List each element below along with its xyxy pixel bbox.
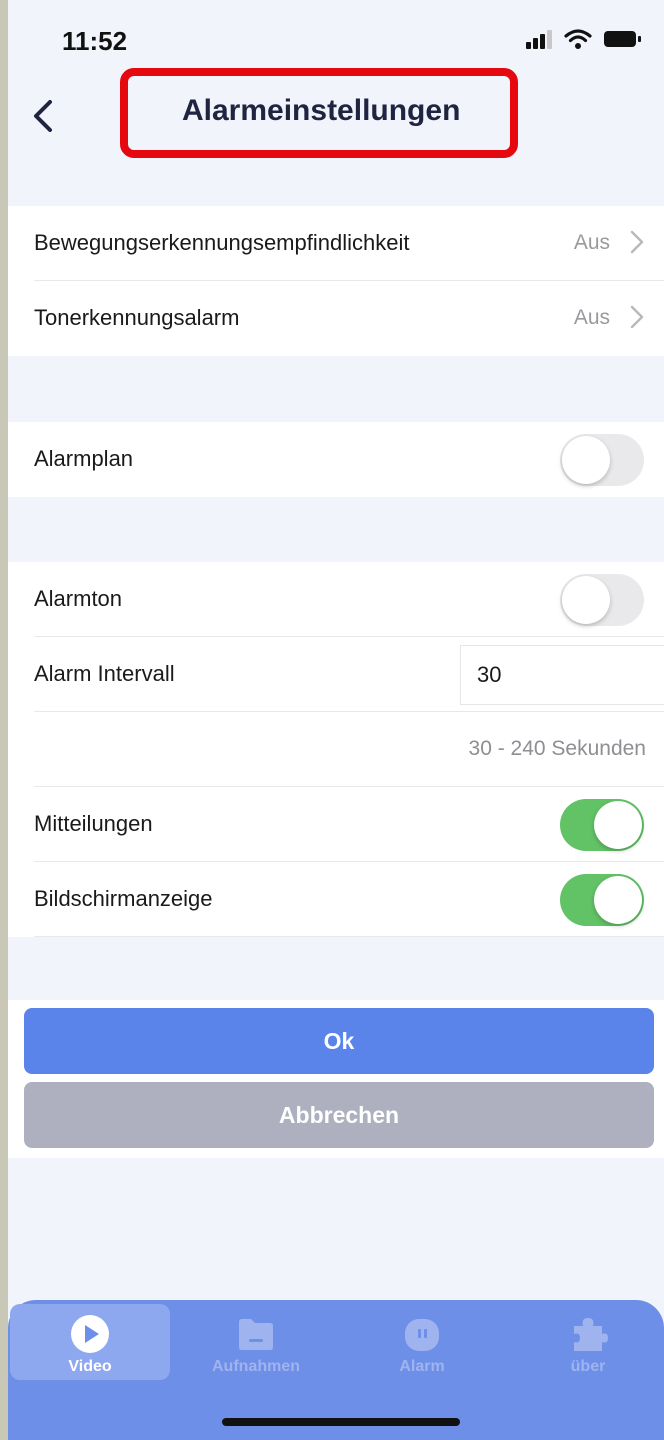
alarm-tone-toggle[interactable] [560,574,644,626]
alarm-interval-field-box [460,645,664,705]
sound-alarm-value: Aus [573,306,610,329]
tab-label: über [570,1358,606,1375]
chevron-right-icon [630,305,644,329]
motion-sensitivity-value: Aus [573,231,610,254]
status-time: 11:52 [62,26,128,56]
play-icon [71,1315,109,1353]
chevron-right-icon [630,230,644,254]
ok-button[interactable]: Ok [24,1008,654,1074]
alarm-icon [405,1319,439,1351]
screen-display-label: Bildschirmanzeige [34,886,213,911]
screen-display-toggle[interactable] [560,874,644,926]
alarm-schedule-label: Alarmplan [34,446,134,471]
alarm-interval-label: Alarm Intervall [34,661,175,686]
toggle-knob [594,801,642,849]
motion-sensitivity-label: Bewegungserkennungsempfindlichkeit [34,230,410,255]
back-button[interactable] [20,90,64,142]
detection-group: Bewegungserkennungsempfindlichkeit Aus T… [8,206,664,356]
alarm-interval-row: Alarm Intervall [8,637,664,712]
page-title: Alarmeinstellungen [182,94,461,127]
phone-screen: 11:52 Alarmeinstellungen Bewegungserkenn… [8,0,664,1440]
puzzle-icon [574,1318,608,1351]
alarm-tone-row: Alarmton [8,562,664,637]
home-indicator [222,1418,460,1426]
schedule-group: Alarmplan [8,422,664,497]
folder-icon [239,1319,273,1350]
row-divider [34,936,664,937]
notifications-row: Mitteilungen [8,787,664,862]
interval-hint-text: 30 - 240 Sekunden [468,737,646,760]
toggle-knob [562,436,610,484]
alarm-schedule-toggle[interactable] [560,434,644,486]
toggle-knob [562,576,610,624]
motion-sensitivity-row[interactable]: Bewegungserkennungsempfindlichkeit Aus [8,206,664,281]
tab-label: Alarm [399,1358,445,1375]
cancel-button[interactable]: Abbrechen [24,1082,654,1148]
tab-label: Aufnahmen [212,1358,300,1375]
battery-icon [604,31,641,47]
toggle-knob [594,876,642,924]
sound-alarm-label: Tonerkennungsalarm [34,305,240,330]
tab-bar: Video Aufnahmen Alarm über [8,1300,664,1440]
alarm-group: Alarmton Alarm Intervall 30 - 240 Sekund… [8,562,664,937]
nav-bar: Alarmeinstellungen [8,68,664,158]
status-icons [526,28,642,50]
tab-alarm[interactable]: Alarm [342,1304,502,1380]
wifi-icon [564,29,592,49]
notifications-label: Mitteilungen [34,811,153,836]
alarm-schedule-row: Alarmplan [8,422,664,497]
tab-label: Video [68,1358,112,1375]
sound-alarm-row[interactable]: Tonerkennungsalarm Aus [8,281,664,356]
tab-video[interactable]: Video [10,1304,170,1380]
notifications-toggle[interactable] [560,799,644,851]
signal-icon [526,30,552,49]
alarm-interval-input[interactable] [475,646,649,704]
tab-about[interactable]: über [508,1304,664,1380]
screen-display-row: Bildschirmanzeige [8,862,664,937]
interval-hint-row: 30 - 240 Sekunden [8,712,664,787]
chevron-left-icon [34,100,52,132]
tab-recordings[interactable]: Aufnahmen [176,1304,336,1380]
alarm-tone-label: Alarmton [34,586,123,611]
